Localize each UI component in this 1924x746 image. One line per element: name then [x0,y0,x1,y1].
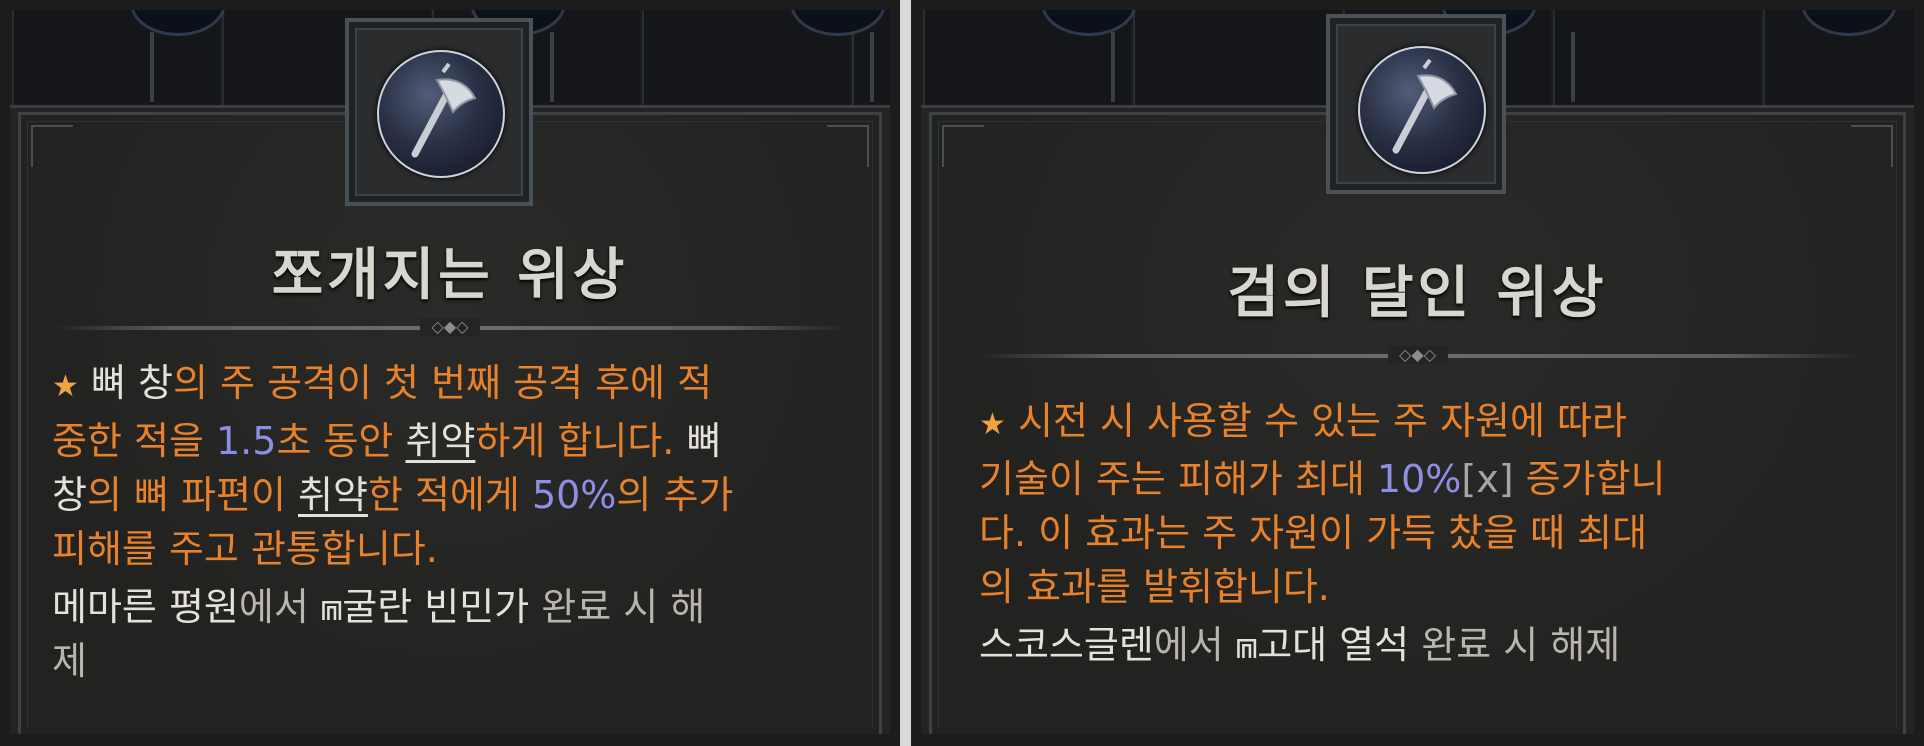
axe-icon [411,62,477,158]
gate-icon: ⩎ [1235,623,1258,667]
star-icon: ★ [52,369,79,404]
aspect-card-right: 검의 달인 위상 ◇◆◇ ★ 시전 시 사용할 수 있는 주 자원에 따라 기술… [911,0,1924,746]
divider: ◇◆◇ [55,318,845,336]
axe-icon [1392,58,1458,154]
aspect-description: ★ 시전 시 사용할 수 있는 주 자원에 따라 기술이 주는 피해가 최대 1… [979,399,1666,609]
aspect-card-left: 쪼개지는 위상 ◇◆◇ ★ 뼈 창의 주 공격이 첫 번째 공격 후에 적 중한… [0,0,900,746]
star-icon: ★ [979,407,1006,442]
dungeon-name: 고대 열석 [1257,623,1410,667]
region-name: 메마른 평원 [52,585,239,629]
divider: ◇◆◇ [976,346,1859,364]
region-name: 스코스글렌 [979,623,1154,667]
aspect-title: 쪼개지는 위상 [271,242,629,308]
dungeon-name: 굴란 빈민가 [342,585,530,629]
vulnerable-keyword[interactable]: 취약 [298,473,368,517]
aspect-title: 검의 달인 위상 [1227,260,1608,326]
vulnerable-keyword[interactable]: 취약 [405,419,475,463]
unlock-requirement: 스코스글렌에서 ⩎고대 열석 완료 시 해제 [979,623,1621,667]
gate-icon: ⩎ [320,585,343,629]
aspect-icon-frame [1326,14,1506,194]
aspect-description: ★ 뼈 창의 주 공격이 첫 번째 공격 후에 적 중한 적을 1.5초 동안 … [52,361,734,571]
unlock-requirement: 메마른 평원에서 ⩎굴란 빈민가 완료 시 해 제 [52,585,706,683]
aspect-icon-frame [345,18,533,206]
